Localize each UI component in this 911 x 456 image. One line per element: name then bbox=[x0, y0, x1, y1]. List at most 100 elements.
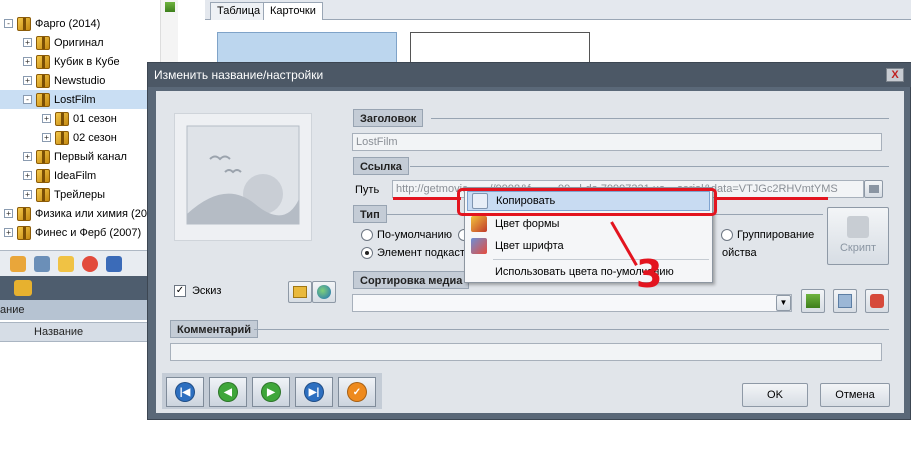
save-icon[interactable] bbox=[106, 255, 122, 272]
apply-button[interactable]: ✓ bbox=[338, 377, 376, 407]
ok-button[interactable]: OK bbox=[742, 383, 808, 407]
expand-icon[interactable]: + bbox=[23, 57, 32, 66]
close-button[interactable]: X bbox=[886, 68, 904, 82]
collapse-icon[interactable]: - bbox=[4, 19, 13, 28]
tree-item-label: 02 сезон bbox=[73, 131, 117, 144]
package-icon bbox=[17, 206, 31, 221]
radio-dot[interactable] bbox=[361, 247, 373, 259]
expand-icon[interactable]: + bbox=[23, 190, 32, 199]
sort-select[interactable] bbox=[352, 294, 792, 312]
folder-open-button[interactable] bbox=[288, 281, 312, 303]
comment-field[interactable] bbox=[170, 343, 882, 361]
last-icon: ▶| bbox=[304, 382, 324, 402]
view-tabs: Таблица Карточки bbox=[205, 0, 911, 20]
radio-dot[interactable] bbox=[721, 229, 733, 241]
expand-icon[interactable]: + bbox=[23, 38, 32, 47]
cancel-button[interactable]: Отмена bbox=[820, 383, 890, 407]
tree-item[interactable]: + Финес и Ферб (2007) bbox=[0, 223, 141, 242]
left-toolbar bbox=[0, 250, 150, 276]
package-icon bbox=[36, 73, 50, 88]
tree-item[interactable]: + Первый канал bbox=[0, 147, 127, 166]
tree-item-label: Физика или химия (20 bbox=[35, 207, 147, 220]
tree-item-label: Трейлеры bbox=[54, 188, 106, 201]
annotation-underline bbox=[393, 197, 461, 200]
expand-icon[interactable]: + bbox=[23, 152, 32, 161]
tree-item[interactable]: + Трейлеры bbox=[0, 185, 105, 204]
package-icon bbox=[36, 35, 50, 50]
web-button[interactable] bbox=[312, 281, 336, 303]
tree-item[interactable]: + Оригинал bbox=[0, 33, 104, 52]
section-header-type: Тип bbox=[353, 205, 387, 223]
lifebuoy-icon[interactable] bbox=[82, 255, 98, 272]
thumbnail-checkbox[interactable]: ✓ bbox=[174, 285, 186, 297]
column-header-name[interactable]: Название bbox=[0, 322, 150, 342]
tree-item[interactable]: + Физика или химия (20 bbox=[0, 204, 147, 223]
tree-item[interactable]: + Newstudio bbox=[0, 71, 105, 90]
tree-item[interactable]: + IdeaFilm bbox=[0, 166, 96, 185]
check-icon: ✓ bbox=[347, 382, 367, 402]
title-field[interactable]: LostFilm bbox=[352, 133, 882, 151]
grid-icon bbox=[838, 294, 852, 308]
expand-icon[interactable]: + bbox=[23, 171, 32, 180]
next-button[interactable]: ▶ bbox=[252, 377, 290, 407]
dialog-title: Изменить название/настройки bbox=[148, 63, 911, 87]
divider bbox=[254, 329, 889, 330]
clear-button[interactable] bbox=[865, 289, 889, 313]
expand-icon[interactable]: + bbox=[23, 76, 32, 85]
chevron-down-icon[interactable]: ▼ bbox=[776, 295, 791, 311]
radio-dot[interactable] bbox=[361, 229, 373, 241]
menu-item-default-colors[interactable]: Использовать цвета по-умолчанию bbox=[467, 262, 710, 282]
script-button[interactable]: Скрипт bbox=[827, 207, 889, 265]
menu-item-form-color[interactable]: Цвет формы bbox=[467, 214, 710, 234]
package-icon bbox=[17, 16, 31, 31]
script-icon bbox=[847, 216, 869, 238]
annotation-underline bbox=[716, 197, 828, 200]
thumbnail-label: Эскиз bbox=[192, 285, 222, 297]
grid-icon[interactable] bbox=[34, 255, 50, 272]
prev-button[interactable]: ◀ bbox=[209, 377, 247, 407]
expand-icon[interactable]: + bbox=[4, 209, 13, 218]
package-icon bbox=[55, 111, 69, 126]
package-icon bbox=[36, 92, 50, 107]
collapse-icon[interactable]: - bbox=[23, 95, 32, 104]
tree-item-label: 01 сезон bbox=[73, 112, 117, 125]
tree-item-label: Кубик в Кубе bbox=[54, 55, 120, 68]
tree-item-label: Финес и Ферб (2007) bbox=[35, 226, 142, 239]
section-header-comment: Комментарий bbox=[170, 320, 259, 338]
grid-view-button[interactable] bbox=[833, 289, 857, 313]
prev-icon: ◀ bbox=[218, 382, 238, 402]
last-button[interactable]: ▶| bbox=[295, 377, 333, 407]
tree-item[interactable]: - LostFilm bbox=[0, 90, 160, 109]
section-header-sort: Сортировка медиа bbox=[353, 271, 470, 289]
properties-label: ойства bbox=[722, 247, 757, 259]
blank-icon bbox=[471, 264, 487, 280]
tree-item[interactable]: +01 сезон bbox=[0, 109, 117, 128]
package-icon bbox=[36, 54, 50, 69]
annotation-number: 3 bbox=[636, 252, 663, 296]
tab-table[interactable]: Таблица bbox=[210, 2, 268, 20]
browse-icon bbox=[868, 185, 879, 193]
folder-add-icon[interactable] bbox=[58, 255, 74, 272]
radio-grouping[interactable]: Группирование bbox=[721, 229, 814, 241]
menu-item-font-color[interactable]: Цвет шрифта bbox=[467, 236, 710, 256]
sort-level-button[interactable] bbox=[801, 289, 825, 313]
tree-item[interactable]: - Фарго (2014) bbox=[0, 14, 100, 33]
level-bars-icon bbox=[806, 294, 820, 308]
radio-podcast[interactable]: Элемент подкаст bbox=[361, 247, 465, 259]
palm-icon[interactable] bbox=[14, 280, 32, 296]
tab-cards[interactable]: Карточки bbox=[263, 2, 323, 20]
first-button[interactable]: |◀ bbox=[166, 377, 204, 407]
radio-podcast-label: Элемент подкаст bbox=[377, 247, 465, 259]
expand-icon[interactable]: + bbox=[42, 114, 51, 123]
tree-item[interactable]: + Кубик в Кубе bbox=[0, 52, 120, 71]
radio-default[interactable]: По-умолчанию bbox=[361, 229, 452, 241]
expand-icon[interactable]: + bbox=[42, 133, 51, 142]
paint-brush-icon bbox=[471, 216, 487, 232]
browse-button[interactable] bbox=[864, 180, 883, 198]
globe-icon bbox=[317, 285, 331, 299]
tree-item[interactable]: +02 сезон bbox=[0, 128, 117, 147]
expand-icon[interactable]: + bbox=[4, 228, 13, 237]
level-bars-icon bbox=[165, 2, 175, 12]
thumbnail-checkbox-row[interactable]: ✓ Эскиз bbox=[174, 285, 221, 297]
weather-icon[interactable] bbox=[10, 255, 26, 272]
